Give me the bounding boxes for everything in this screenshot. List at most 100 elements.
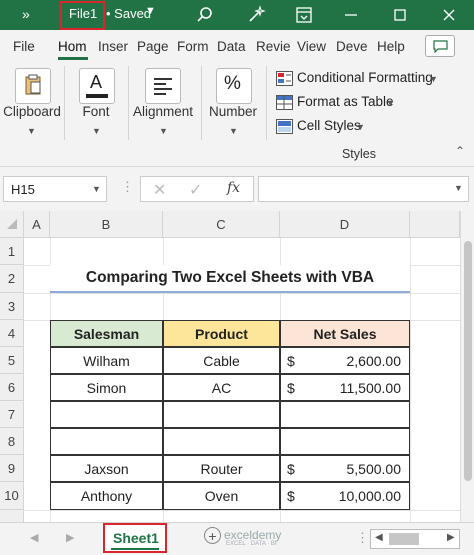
scroll-right-icon[interactable]: ▶ [447,532,455,543]
maximize-icon[interactable] [391,6,409,24]
sheet-title[interactable]: Comparing Two Excel Sheets with VBA [50,265,410,293]
cell-net-sales[interactable]: $ 5,500.00 [280,455,410,482]
header-salesman[interactable]: Salesman [50,320,163,347]
font-button[interactable]: A [79,68,115,104]
horizontal-scrollbar[interactable]: ◀ ▶ [370,529,460,549]
cell-product[interactable] [163,401,280,428]
row-header[interactable]: 10 [0,482,24,510]
tab-home[interactable]: Hom [58,39,87,54]
column-header-c[interactable]: C [163,211,280,238]
chevron-down-icon[interactable]: ▼ [27,126,36,136]
vertical-scrollbar[interactable] [460,211,474,522]
header-net-sales[interactable]: Net Sales [280,320,410,347]
cancel-icon[interactable]: ✕ [153,180,166,200]
sheet-tabs-bar: ◀ ▶ Sheet1 + exceldemy EXCEL · DATA · BI… [0,522,474,555]
row-header[interactable]: 2 [0,265,24,293]
column-header-b[interactable]: B [50,211,163,238]
chevron-down-icon[interactable]: ▼ [229,126,238,136]
cell-net-sales[interactable] [280,428,410,455]
cell-product[interactable]: Cable [163,347,280,374]
scroll-right-icon[interactable]: ▶ [66,531,74,544]
row-header[interactable]: 7 [0,401,24,428]
worksheet[interactable]: A B C D 1 2 3 4 5 6 7 8 9 10 Comparing T… [0,211,474,522]
row-header[interactable]: 1 [0,238,24,265]
tab-page-layout[interactable]: Page [137,39,169,54]
column-header-a[interactable]: A [24,211,50,238]
cell-salesman[interactable]: Anthony [50,482,163,510]
group-separator [201,66,202,140]
formula-input[interactable]: ▼ [258,176,469,202]
cell-net-sales[interactable]: $ 10,000.00 [280,482,410,510]
active-sheet-indicator [111,548,159,550]
cell-net-sales[interactable] [280,401,410,428]
chevron-down-icon[interactable]: ▼ [92,126,101,136]
number-button[interactable]: % [216,68,252,104]
row-header[interactable]: 6 [0,374,24,401]
cell-salesman[interactable]: Jaxson [50,455,163,482]
add-sheet-icon[interactable]: + [204,527,221,544]
gridline [24,510,460,511]
ribbon-display-icon[interactable] [295,6,313,24]
sheet-tab-sheet1[interactable]: Sheet1 [103,523,167,553]
row-header[interactable]: 5 [0,347,24,374]
clipboard-button[interactable] [15,68,51,104]
collapse-ribbon-icon[interactable]: ⌃ [455,144,465,158]
row-header[interactable]: 8 [0,428,24,455]
comments-button[interactable] [425,35,455,57]
quick-access-overflow[interactable]: » [22,6,30,22]
minimize-icon[interactable] [342,6,360,24]
cell-net-sales[interactable]: $ 11,500.00 [280,374,410,401]
cell-product[interactable]: Router [163,455,280,482]
header-product[interactable]: Product [163,320,280,347]
scrollbar-thumb[interactable] [464,241,472,481]
tab-data[interactable]: Data [217,39,246,54]
tab-formulas[interactable]: Form [177,39,209,54]
more-options-icon[interactable]: ⋮ [121,179,134,195]
tab-help[interactable]: Help [377,39,405,54]
row-header[interactable]: 4 [0,320,24,347]
scroll-left-icon[interactable]: ◀ [30,531,38,544]
conditional-formatting-button[interactable]: Conditional Formatting ▼ [276,69,446,89]
chevron-down-icon: ▼ [429,74,438,84]
tab-file[interactable]: File [13,39,35,54]
cell-salesman[interactable]: Simon [50,374,163,401]
chevron-down-icon[interactable]: ▼ [145,5,156,17]
cell-product[interactable]: AC [163,374,280,401]
cell-product[interactable]: Oven [163,482,280,510]
sales-value: 10,000.00 [338,488,401,504]
scrollbar-thumb[interactable] [389,533,419,545]
cell-product[interactable] [163,428,280,455]
name-box[interactable]: H15 ▼ [3,176,107,202]
select-all-corner[interactable] [0,211,24,238]
tab-developer[interactable]: Deve [336,39,368,54]
column-header-e[interactable] [410,211,460,238]
enter-icon[interactable]: ✓ [189,180,202,200]
sheet-tab-label: Sheet1 [113,530,159,546]
row-header[interactable] [0,510,24,522]
row-header[interactable]: 3 [0,293,24,320]
cell-salesman[interactable]: Wilham [50,347,163,374]
alignment-button[interactable] [145,68,181,104]
cell-salesman[interactable] [50,428,163,455]
search-icon[interactable] [196,6,214,24]
currency-symbol: $ [287,460,295,477]
tab-review[interactable]: Revie [256,39,291,54]
tab-insert[interactable]: Inser [98,39,128,54]
cell-styles-button[interactable]: Cell Styles ▼ [276,117,376,137]
row-header[interactable]: 9 [0,455,24,482]
magic-wand-icon[interactable] [246,5,266,25]
insert-function-icon[interactable]: fx [227,180,240,196]
format-as-table-icon [276,95,293,110]
chevron-down-icon[interactable]: ▼ [92,184,101,194]
chevron-down-icon[interactable]: ▼ [159,126,168,136]
close-icon[interactable] [440,6,458,24]
cell-salesman[interactable] [50,401,163,428]
expand-formula-icon[interactable]: ▼ [454,183,463,193]
scroll-left-icon[interactable]: ◀ [375,532,383,543]
font-color-bar [86,94,108,98]
column-header-d[interactable]: D [280,211,410,238]
tab-view[interactable]: View [297,39,326,54]
cell-net-sales[interactable]: $ 2,600.00 [280,347,410,374]
format-as-table-button[interactable]: Format as Table ▼ [276,93,406,113]
more-options-icon[interactable]: ⋮ [356,530,369,546]
